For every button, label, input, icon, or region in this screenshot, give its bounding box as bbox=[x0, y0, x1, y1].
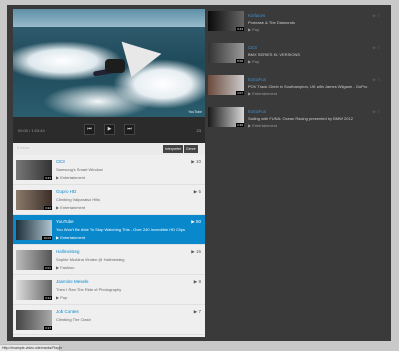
item-views: ▶ 50 bbox=[191, 219, 201, 224]
item-desc: You Won't Be Able To Stop Watching This … bbox=[56, 227, 185, 232]
item-views: ▶ 8 bbox=[193, 279, 201, 284]
related-item[interactable]: 3:44 Kinfaces Protease & The Diamonds ▶ … bbox=[206, 9, 386, 41]
prev-icon[interactable]: ⏮ bbox=[84, 124, 95, 135]
related-item[interactable]: 5:06 CE3 BMX SERIES KL VERSIONS ▶ Pop ▶ … bbox=[206, 41, 386, 73]
left-panel: YouTube 00:00 / 1:03:44 ⏮ ▶ ⏭ 23 5 Views… bbox=[13, 9, 205, 337]
item-desc: Samsung's Smart Window bbox=[56, 167, 103, 172]
item-category: ▶ Pop bbox=[248, 59, 260, 64]
genre-button[interactable]: Genre bbox=[184, 145, 198, 153]
item-views: ▶ 0 bbox=[372, 45, 380, 50]
thumbnail: 3:17 bbox=[16, 310, 52, 330]
playlist-item[interactable]: 3:17 Job Contes Climbing The Clash ▶ 7 bbox=[13, 305, 205, 335]
item-desc: Climbing The Clash bbox=[56, 317, 91, 322]
item-views: ▶ 4 bbox=[372, 77, 380, 82]
item-title: POV Track Climb in Southampton, UK with … bbox=[248, 84, 368, 89]
item-title[interactable]: Job Contes bbox=[56, 309, 79, 314]
thumbnail: 4:14 bbox=[16, 280, 52, 300]
app-frame: YouTube 00:00 / 1:03:44 ⏮ ▶ ⏭ 23 5 Views… bbox=[7, 5, 391, 341]
thumbnail: 3:24 bbox=[16, 190, 52, 210]
item-channel[interactable]: ExtraFun bbox=[248, 109, 266, 114]
playlist-item[interactable]: 3:24 Gopro HD Climbing Valparaiso Hills … bbox=[13, 185, 205, 215]
video-player[interactable]: YouTube bbox=[13, 9, 205, 117]
thumbnail: 2:01 bbox=[16, 250, 52, 270]
related-panel: 3:44 Kinfaces Protease & The Diamonds ▶ … bbox=[206, 9, 386, 337]
item-category: ▶ Pop bbox=[248, 27, 260, 32]
play-icon[interactable]: ▶ bbox=[104, 124, 115, 135]
volume-readout: 23 bbox=[196, 128, 201, 133]
next-icon[interactable]: ⏭ bbox=[124, 124, 135, 135]
item-title[interactable]: Gopro HD bbox=[56, 189, 76, 194]
item-channel[interactable]: Kinfaces bbox=[248, 13, 265, 18]
item-title[interactable]: Hallmeisteg bbox=[56, 249, 80, 254]
item-category: ▶ Fashion bbox=[56, 265, 75, 270]
item-views: ▶ 0 bbox=[372, 109, 380, 114]
time-display: 00:00 / 1:03:44 bbox=[18, 128, 45, 133]
item-desc: Then I Ran The Ride of Photography bbox=[56, 287, 122, 292]
browser-status-bar: Http://example-video-site/media/Player bbox=[0, 344, 63, 351]
interpreter-button[interactable]: Interpreter bbox=[163, 145, 184, 153]
windsurfer bbox=[105, 59, 125, 73]
item-channel[interactable]: ExtraFun bbox=[248, 77, 266, 82]
item-title: BMX SERIES KL VERSIONS bbox=[248, 52, 301, 57]
thumbnail: 4:07 bbox=[208, 75, 244, 95]
item-category: ▶ Entertainment bbox=[248, 91, 278, 96]
item-views: ▶ 7 bbox=[193, 309, 201, 314]
item-title[interactable]: Jasmine Mesele bbox=[56, 279, 89, 284]
item-channel[interactable]: CE3 bbox=[248, 45, 257, 50]
view-count: 5 Views bbox=[17, 146, 30, 150]
item-views: ▶ 0 bbox=[372, 13, 380, 18]
thumbnail: 2:36 bbox=[208, 107, 244, 127]
player-controls: 00:00 / 1:03:44 ⏮ ▶ ⏭ 23 bbox=[13, 117, 205, 143]
thumbnail: 10:03 bbox=[16, 220, 52, 240]
item-category: ▶ Entertainment bbox=[56, 205, 86, 210]
related-item[interactable]: 4:07 ExtraFun POV Track Climb in Southam… bbox=[206, 73, 386, 105]
playlist-toolbar: 5 Views Interpreter Genre bbox=[13, 143, 205, 155]
playlist: 3:23 CE3 Samsung's Smart Window ▶ Entert… bbox=[13, 155, 205, 335]
item-category: ▶ Entertainment bbox=[56, 235, 86, 240]
item-title: Sailing with FUNA: Ocean Racing presente… bbox=[248, 116, 353, 121]
item-views: ▶ 5 bbox=[193, 189, 201, 194]
item-desc: Climbing Valparaiso Hills bbox=[56, 197, 100, 202]
playlist-item[interactable]: 4:14 Jasmine Mesele Then I Ran The Ride … bbox=[13, 275, 205, 305]
playlist-item[interactable]: 3:23 CE3 Samsung's Smart Window ▶ Entert… bbox=[13, 155, 205, 185]
item-category: ▶ Entertainment bbox=[248, 123, 278, 128]
item-title[interactable]: CE3 bbox=[56, 159, 65, 164]
thumbnail: 3:44 bbox=[208, 11, 244, 31]
item-views: ▶ 16 bbox=[191, 249, 201, 254]
item-title: Protease & The Diamonds bbox=[248, 20, 295, 25]
video-watermark: YouTube bbox=[188, 110, 202, 114]
item-category: ▶ Pop bbox=[56, 295, 68, 300]
thumbnail: 5:06 bbox=[208, 43, 244, 63]
playlist-item-active[interactable]: 10:03 YouTube You Won't Be Able To Stop … bbox=[13, 215, 205, 245]
item-category: ▶ Entertainment bbox=[56, 175, 86, 180]
item-title[interactable]: YouTube bbox=[56, 219, 74, 224]
item-views: ▶ 10 bbox=[191, 159, 201, 164]
playlist-item[interactable]: 2:01 Hallmeisteg Sophie McAlina Vinden @… bbox=[13, 245, 205, 275]
item-desc: Sophie McAlina Vinden @ Hallmeisteg bbox=[56, 257, 125, 262]
related-item[interactable]: 2:36 ExtraFun Sailing with FUNA: Ocean R… bbox=[206, 105, 386, 137]
thumbnail: 3:23 bbox=[16, 160, 52, 180]
